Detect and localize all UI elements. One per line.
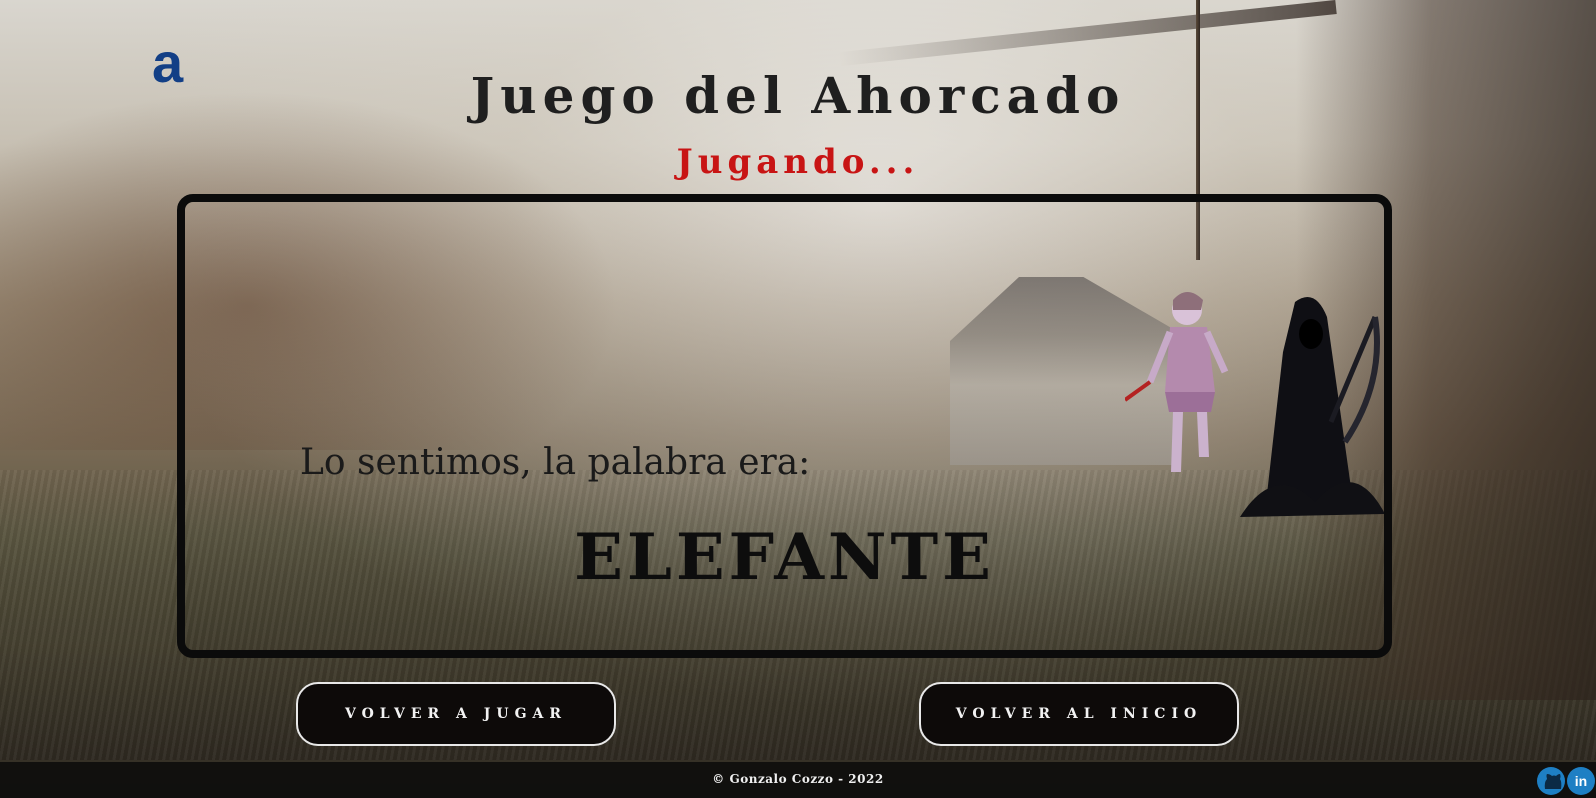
background-branch bbox=[838, 0, 1337, 67]
linkedin-icon[interactable]: in bbox=[1566, 766, 1596, 796]
nurse-character-image bbox=[1125, 292, 1229, 472]
secret-word: ELEFANTE bbox=[574, 520, 995, 595]
svg-text:in: in bbox=[1575, 773, 1587, 789]
page-title: Juego del Ahorcado bbox=[470, 66, 1126, 125]
game-panel: Lo sentimos, la palabra era: ELEFANTE bbox=[177, 194, 1392, 658]
play-again-button[interactable]: VOLVER A JUGAR bbox=[296, 682, 616, 746]
game-status: Jugando... bbox=[676, 142, 920, 182]
grim-reaper-image bbox=[1240, 297, 1384, 517]
back-home-button[interactable]: VOLVER AL INICIO bbox=[919, 682, 1239, 746]
copyright-text: © Gonzalo Cozzo - 2022 bbox=[712, 772, 884, 786]
github-icon[interactable] bbox=[1536, 766, 1566, 796]
footer: © Gonzalo Cozzo - 2022 in bbox=[0, 762, 1596, 798]
loss-message: Lo sentimos, la palabra era: bbox=[300, 442, 811, 483]
